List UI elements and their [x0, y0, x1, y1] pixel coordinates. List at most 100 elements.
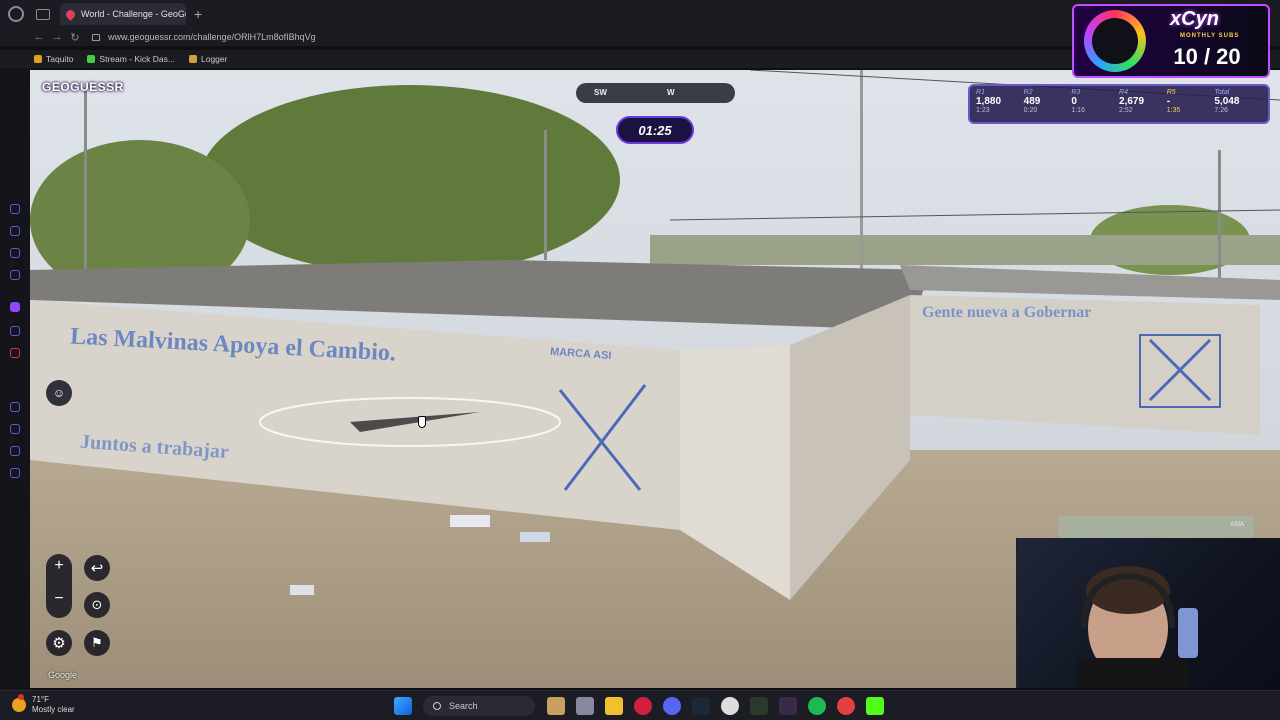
minimap-label: ASIA	[1230, 522, 1244, 528]
opera-gx-icon[interactable]	[634, 697, 652, 715]
round-points: 5,048	[1214, 96, 1240, 107]
round-points: -	[1166, 96, 1171, 107]
browser-menu-icon[interactable]	[8, 6, 24, 22]
google-attribution: Google	[48, 670, 78, 680]
round-label: Total	[1214, 89, 1230, 96]
webcam-feed	[1016, 538, 1280, 688]
sidebar-cloud-icon[interactable]	[10, 446, 20, 456]
wall-text-right: Gente nueva a Gobernar	[922, 304, 1092, 321]
url-field[interactable]: www.geoguessr.com/challenge/ORlH7Lm8ofIB…	[108, 32, 316, 42]
zoom-out-button[interactable]: −	[46, 590, 72, 608]
round-time: 1:23	[976, 107, 990, 114]
mouse-cursor	[418, 416, 426, 428]
tab-overview-icon[interactable]	[36, 8, 50, 20]
compass-label-w: W	[667, 88, 675, 97]
undo-move-button[interactable]: ↩	[84, 555, 110, 581]
geoguessr-logo: GEOGUESSR	[42, 80, 124, 94]
spotify-icon[interactable]	[808, 697, 826, 715]
round-timer: 01:25	[616, 116, 694, 144]
app-icon[interactable]	[779, 697, 797, 715]
bookmark-label: Logger	[201, 54, 228, 64]
round-time: 1:35	[1166, 107, 1181, 114]
discord-taskbar-icon[interactable]	[663, 697, 681, 715]
start-button-icon[interactable]	[394, 697, 412, 715]
total-score: Total 5,048 7:26	[1214, 89, 1262, 119]
screen: World - Challenge - GeoGu × + ← → ↻ www.…	[0, 0, 1280, 720]
avatar	[1092, 18, 1138, 64]
round-scoreboard: R1 1,880 1:23 R2 489 0:20 R3 0 1:16 R4 2…	[968, 84, 1270, 124]
round-score: R3 0 1:16	[1071, 89, 1119, 119]
bookmark-logger[interactable]: Logger	[189, 54, 227, 64]
sidebar-panel-icon[interactable]	[10, 270, 20, 280]
back-button[interactable]: ←	[30, 31, 48, 43]
compass-reset-button[interactable]: ☺	[46, 380, 72, 406]
new-tab-button[interactable]: +	[194, 6, 202, 22]
nvidia-icon[interactable]	[750, 697, 768, 715]
cat-app-icon[interactable]	[547, 697, 565, 715]
settings-button[interactable]: ⚙	[46, 630, 72, 656]
bookmark-label: Taquito	[46, 54, 74, 64]
windows-taskbar: 71°F Mostly clear Search	[0, 690, 1280, 720]
tab-geoguessr[interactable]: World - Challenge - GeoGu ×	[60, 3, 186, 25]
tree	[200, 85, 620, 275]
bookmark-label: Stream - Kick Das...	[99, 54, 175, 64]
weather-condition: Mostly clear	[32, 705, 75, 714]
guess-minimap[interactable]: ASIA	[1058, 516, 1254, 538]
forward-button[interactable]: →	[48, 31, 66, 43]
bookmark-stream[interactable]: Stream - Kick Das...	[87, 54, 175, 64]
sidebar-clock-icon[interactable]	[10, 424, 20, 434]
geoguessr-favicon-icon	[64, 7, 77, 21]
return-to-start-button[interactable]: ⚑	[84, 630, 110, 656]
sidebar-history-icon[interactable]	[10, 204, 20, 214]
round-label: R3	[1071, 89, 1081, 96]
tab-title: World - Challenge - GeoGu	[81, 9, 186, 19]
obs-icon[interactable]	[721, 697, 739, 715]
round-time: 7:26	[1214, 107, 1228, 114]
sub-goal-label: MONTHLY SUBS	[1180, 33, 1240, 39]
round-time: 0:20	[1023, 107, 1038, 114]
round-points: 1,880	[976, 96, 1002, 107]
round-label: R4	[1119, 89, 1128, 96]
search-label: Search	[449, 701, 478, 711]
youtube-icon[interactable]	[10, 348, 20, 358]
task-view-icon[interactable]	[576, 697, 594, 715]
set-checkpoint-button[interactable]: ⊙	[84, 592, 110, 618]
steam-icon[interactable]	[692, 697, 710, 715]
weather-temperature: 71°F	[32, 695, 49, 704]
notification-badge	[18, 694, 24, 700]
round-time: 1:16	[1071, 107, 1085, 114]
bookmark-favicon-icon	[34, 55, 42, 63]
sidebar-workspaces-icon[interactable]	[10, 226, 20, 236]
compass-label-sw: SW	[594, 88, 607, 97]
round-score-current: R5 - 1:35	[1167, 89, 1215, 119]
kick-icon[interactable]	[866, 697, 884, 715]
sidebar-notes-icon[interactable]	[10, 248, 20, 258]
bookmark-taquito[interactable]: Taquito	[34, 54, 73, 64]
taskbar-search[interactable]: Search	[423, 696, 535, 716]
file-explorer-icon[interactable]	[605, 697, 623, 715]
twitch-icon[interactable]	[10, 302, 20, 312]
discord-icon[interactable]	[10, 326, 20, 336]
lock-icon	[92, 33, 100, 41]
sub-goal-count: 10 / 20	[1173, 44, 1241, 69]
round-points: 489	[1023, 96, 1041, 107]
streamer-silhouette	[1078, 566, 1198, 688]
streamer-brand: xCyn	[1170, 8, 1219, 30]
chrome-icon[interactable]	[837, 697, 855, 715]
zoom-control: + −	[46, 554, 72, 618]
zoom-in-button[interactable]: +	[46, 557, 72, 575]
weather-icon	[12, 698, 26, 712]
bookmark-favicon-icon	[189, 55, 197, 63]
round-label: R2	[1023, 89, 1033, 96]
search-icon	[433, 702, 441, 710]
round-label: R5	[1166, 89, 1176, 96]
reload-button[interactable]: ↻	[66, 31, 84, 44]
sub-goal-overlay: xCyn MONTHLY SUBS 10 / 20	[1072, 4, 1270, 78]
bookmark-favicon-icon	[87, 55, 96, 63]
round-points: 2,679	[1119, 96, 1145, 107]
round-score: R1 1,880 1:23	[976, 89, 1024, 119]
sidebar-settings-icon[interactable]	[10, 468, 20, 478]
browser-sidebar	[0, 68, 30, 690]
round-score: R2 489 0:20	[1024, 89, 1072, 119]
sidebar-add-icon[interactable]	[10, 402, 20, 412]
